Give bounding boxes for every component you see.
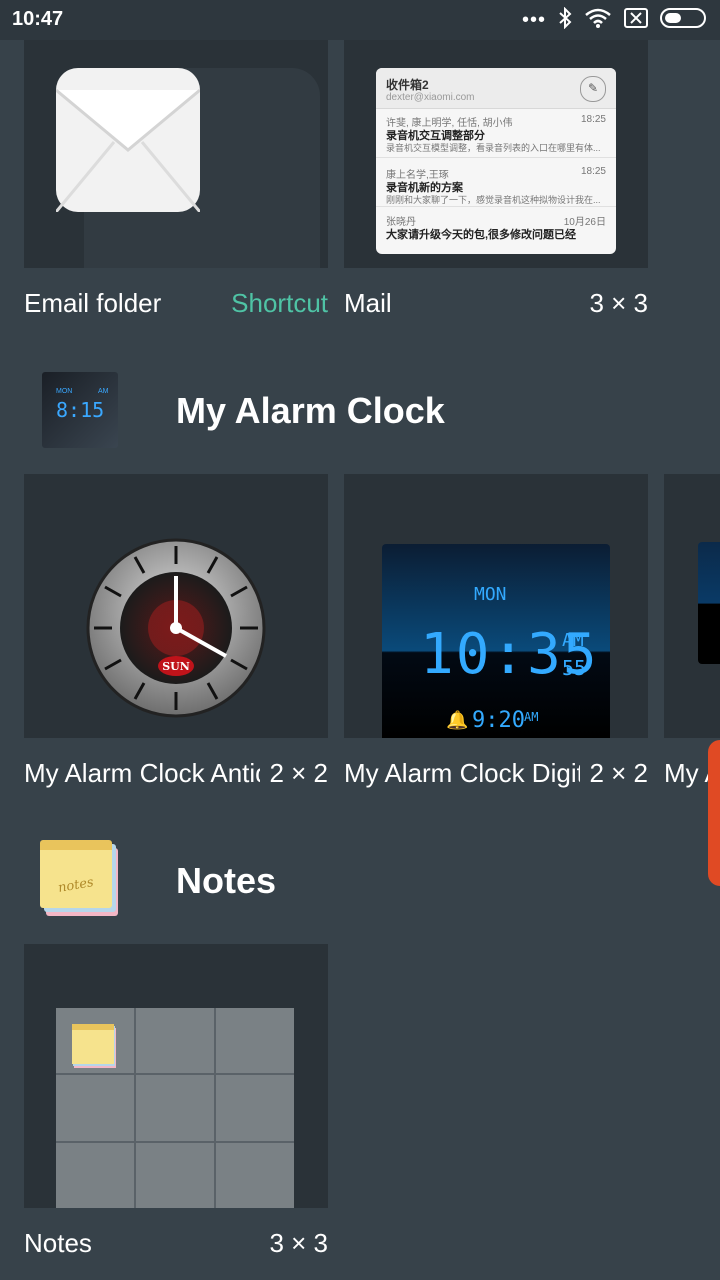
widget-alarm-partial-preview[interactable] bbox=[664, 474, 720, 738]
mail-row: 康上名学,王琢 18:25 录音机新的方案 刚刚和大家聊了一下，感觉录音机这种拟… bbox=[376, 158, 616, 207]
mail-time: 18:25 bbox=[580, 114, 606, 125]
antique-clock-face: SUN bbox=[86, 538, 266, 723]
more-icon: ••• bbox=[521, 8, 546, 31]
mail-account: dexter@xiaomi.com bbox=[386, 92, 475, 103]
mail-row: 张晓丹 10月26日 大家请升级今天的包,很多修改问题已经 bbox=[376, 207, 616, 254]
compose-icon[interactable]: ✎ bbox=[580, 76, 606, 102]
bluetooth-icon bbox=[558, 6, 572, 34]
partial-clock-face bbox=[698, 542, 720, 664]
battery-icon bbox=[660, 7, 708, 34]
scroll-indicator[interactable] bbox=[708, 740, 720, 886]
digital-alarm-time: 9:20 bbox=[472, 708, 525, 733]
widget-size-notes: 3 × 3 bbox=[269, 1228, 328, 1258]
alarm-icon-time: 8:15 bbox=[56, 398, 105, 422]
digital-seconds: 55 bbox=[562, 656, 587, 680]
widget-notes-preview[interactable] bbox=[24, 944, 328, 1208]
notes-mini-icon bbox=[72, 1024, 116, 1068]
mail-folder-name: 收件箱2 bbox=[386, 78, 429, 92]
wifi-icon bbox=[584, 7, 612, 34]
status-time: 10:47 bbox=[12, 8, 64, 30]
notes-grid bbox=[56, 1008, 294, 1208]
widget-name-alarm-digital: My Alarm Clock Digital bbox=[344, 758, 580, 788]
mail-preview-card: 收件箱2 dexter@xiaomi.com ✎ 许斐, 康上明学, 任恬, 胡… bbox=[376, 68, 616, 254]
mail-snippet: 录音机交互模型调整，看录音列表的入口在哪里有体... bbox=[386, 143, 601, 153]
alarm-app-icon: MON AM 8:15 bbox=[42, 372, 118, 448]
widget-name-alarm-antique: My Alarm Clock Antiq.. bbox=[24, 758, 260, 788]
widget-size-alarm-antique: 2 × 2 bbox=[269, 758, 328, 788]
antique-day-label: SUN bbox=[162, 660, 190, 673]
notes-icon-text: notes bbox=[56, 875, 95, 896]
widget-name-email-folder: Email folder bbox=[24, 288, 162, 318]
widget-name-mail: Mail bbox=[344, 288, 392, 318]
section-title-notes: Notes bbox=[176, 860, 277, 901]
widget-size-alarm-digital: 2 × 2 bbox=[589, 758, 648, 788]
widget-alarm-digital-preview[interactable]: MON 10:35 AM 55 🔔 9:20 AM bbox=[344, 474, 648, 738]
widget-name-notes: Notes bbox=[24, 1228, 92, 1258]
mail-subject: 大家请升级今天的包,很多修改问题已经 bbox=[386, 229, 577, 241]
notes-app-icon: notes bbox=[40, 840, 120, 920]
no-sim-icon bbox=[624, 7, 648, 33]
envelope-icon bbox=[54, 68, 202, 217]
widget-size-email-folder: Shortcut bbox=[231, 288, 328, 318]
widget-size-mail: 3 × 3 bbox=[589, 288, 648, 318]
widget-email-folder-preview[interactable] bbox=[24, 40, 328, 268]
section-title-alarm: My Alarm Clock bbox=[176, 390, 445, 431]
digital-ampm: AM bbox=[562, 630, 584, 651]
mail-row: 许斐, 康上明学, 任恬, 胡小伟 18:25 录音机交互调整部分 录音机交互模… bbox=[376, 109, 616, 158]
digital-alarm-ampm: AM bbox=[524, 710, 539, 724]
mail-time: 18:25 bbox=[580, 166, 606, 177]
mail-header: 收件箱2 dexter@xiaomi.com ✎ bbox=[376, 68, 616, 109]
status-icons: ••• bbox=[521, 6, 708, 34]
alarm-icon-day: MON bbox=[56, 388, 73, 395]
bell-icon: 🔔 bbox=[446, 710, 469, 730]
digital-clock-face: MON 10:35 AM 55 🔔 9:20 AM bbox=[382, 544, 610, 738]
widget-alarm-antique-preview[interactable]: SUN bbox=[24, 474, 328, 738]
alarm-icon-ampm: AM bbox=[98, 388, 109, 395]
mail-snippet: 刚刚和大家聊了一下，感觉录音机这种拟物设计我在... bbox=[386, 195, 601, 205]
widget-mail-preview[interactable]: 收件箱2 dexter@xiaomi.com ✎ 许斐, 康上明学, 任恬, 胡… bbox=[344, 40, 648, 268]
digital-day: MON bbox=[474, 584, 507, 605]
